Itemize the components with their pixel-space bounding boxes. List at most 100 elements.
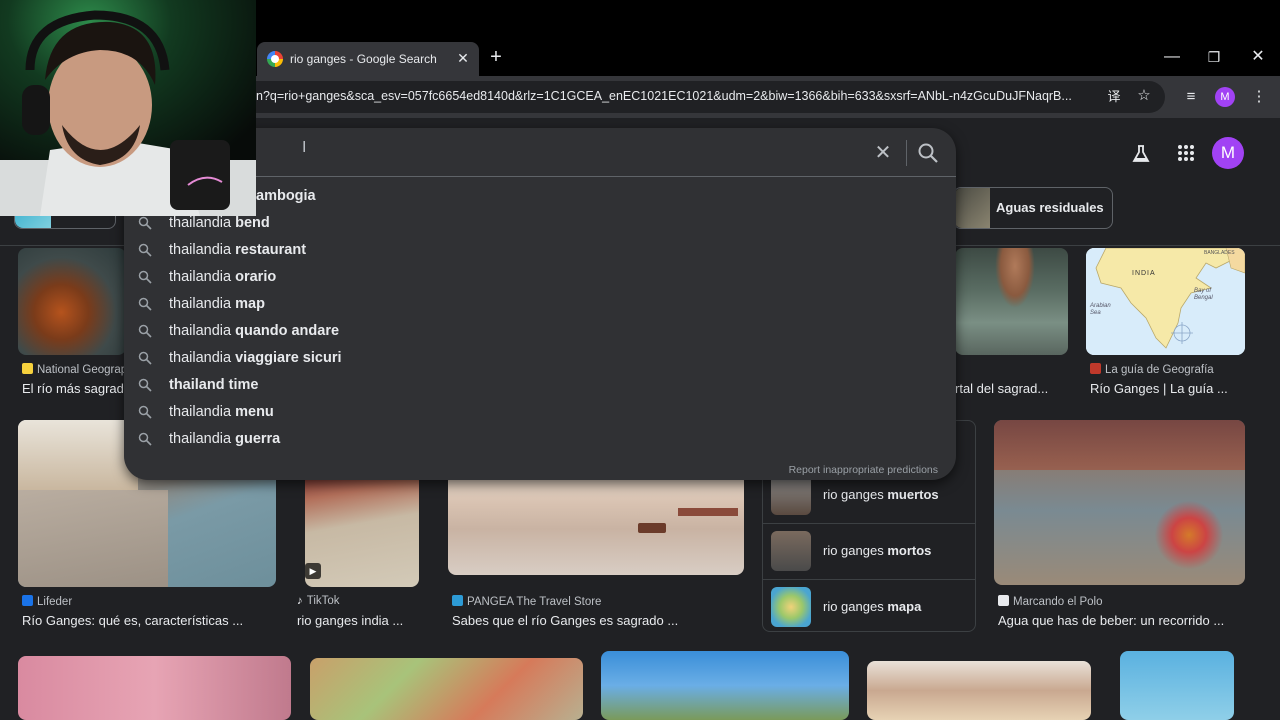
suggestion-text: thailandia bend (169, 215, 270, 231)
filter-chip-aguas-residuales[interactable]: Aguas residuales (953, 187, 1113, 229)
suggestion-item[interactable]: thailandia viaggiare sicuri (124, 345, 956, 372)
new-tab-icon[interactable]: + (485, 46, 507, 68)
clear-search-icon[interactable]: ✕ (872, 142, 894, 164)
suggestion-search-icon (138, 432, 152, 446)
pangea-favicon-icon (452, 595, 463, 606)
suggestion-item[interactable]: thailandia menu (124, 399, 956, 426)
minimize-icon[interactable]: — (1159, 46, 1185, 68)
result-source[interactable]: ♪ TikTok (297, 595, 419, 607)
suggestion-item[interactable]: thailandia quando andare (124, 318, 956, 345)
related-thumbnail (771, 531, 811, 571)
result-source[interactable]: Marcando el Polo (998, 595, 1245, 608)
result-image-map[interactable]: INDIA Bay of Bengal Arabian Sea BANGLADE… (1086, 248, 1245, 355)
result-title[interactable]: Agua que has de beber: un recorrido ... (998, 613, 1245, 628)
result-title[interactable]: Río Ganges: qué es, características ... (22, 613, 276, 628)
report-predictions-link[interactable]: Report inappropriate predictions (789, 464, 938, 476)
chip-thumbnail (954, 188, 990, 228)
account-avatar[interactable]: M (1212, 137, 1244, 169)
result-image[interactable] (1120, 651, 1234, 720)
related-label: rio ganges mapa (823, 599, 922, 614)
suggestion-search-icon (138, 405, 152, 419)
source-label: National Geograp (37, 364, 126, 376)
source-label: La guía de Geografía (1105, 364, 1214, 376)
result-source[interactable]: La guía de Geografía (1090, 363, 1245, 376)
source-label: PANGEA The Travel Store (467, 596, 602, 608)
apps-grid-icon[interactable] (1177, 144, 1195, 162)
window-close-icon[interactable]: ✕ (1245, 46, 1271, 68)
result-title[interactable]: rtal del sagrad... (955, 381, 1068, 396)
source-label: Lifeder (37, 596, 73, 608)
boat (638, 523, 666, 533)
url-text: n?q=rio+ganges&sca_esv=057fc6654ed8140d&… (256, 89, 1072, 103)
result-title[interactable]: rio ganges india ... (297, 613, 419, 628)
suggestion-search-icon (138, 216, 152, 230)
ghat-steps (18, 490, 168, 587)
result-image[interactable] (18, 248, 126, 355)
suggestion-search-icon (138, 270, 152, 284)
suggestion-text: ambogia (256, 188, 316, 204)
result-image[interactable] (18, 656, 291, 720)
suggestion-item[interactable]: thailandia restaurant (124, 237, 956, 264)
result-image[interactable] (310, 658, 583, 720)
suggestion-item[interactable]: thailandia guerra (124, 426, 956, 453)
tab-active[interactable]: rio ganges - Google Search ✕ (257, 42, 479, 76)
bookmark-star-icon[interactable]: ☆ (1134, 86, 1154, 106)
profile-avatar[interactable]: M (1215, 87, 1235, 107)
map-label: Bay of Bengal (1194, 288, 1213, 301)
result-source[interactable]: PANGEA The Travel Store (452, 595, 744, 608)
suggestion-item[interactable]: thailandia orario (124, 264, 956, 291)
address-bar[interactable]: n?q=rio+ganges&sca_esv=057fc6654ed8140d&… (240, 81, 1165, 113)
tab-close-icon[interactable]: ✕ (455, 49, 471, 67)
chip-label: Aguas residuales (996, 200, 1104, 215)
related-thumbnail (771, 475, 811, 515)
people-group (1144, 500, 1234, 570)
translate-icon[interactable]: 译 (1104, 87, 1124, 107)
marcando-favicon-icon (998, 595, 1009, 606)
suggestion-item[interactable]: thailand time (124, 372, 956, 399)
result-video[interactable]: ▶ (305, 473, 419, 587)
result-title[interactable]: Río Ganges | La guía ... (1090, 381, 1245, 396)
related-label: rio ganges mortos (823, 543, 932, 558)
labs-flask-icon[interactable] (1131, 144, 1151, 164)
boats-row (994, 420, 1245, 470)
result-title[interactable]: Sabes que el río Ganges es sagrado ... (452, 613, 744, 628)
suggestion-search-icon (138, 351, 152, 365)
result-image[interactable] (448, 473, 744, 575)
result-source[interactable]: Lifeder (22, 595, 272, 608)
tiktok-icon: ♪ (297, 595, 303, 607)
webcam-overlay (0, 0, 256, 216)
source-label: Marcando el Polo (1013, 596, 1103, 608)
streamer-video (0, 0, 256, 216)
map-label: INDIA (1132, 270, 1156, 277)
boats-distant (678, 508, 738, 516)
related-label: rio ganges muertos (823, 487, 939, 502)
text-cursor-icon: I (302, 139, 307, 156)
result-image[interactable] (955, 248, 1068, 355)
suggestion-item[interactable]: thailandia map (124, 291, 956, 318)
result-image[interactable] (867, 661, 1091, 720)
search-icon[interactable] (916, 141, 940, 165)
media-controls-icon[interactable]: ≡ (1181, 87, 1201, 107)
suggestion-text: thailandia orario (169, 269, 277, 285)
suggestion-text: thailandia guerra (169, 431, 281, 447)
restore-icon[interactable]: ❐ (1201, 46, 1227, 68)
suggestion-text: thailandia menu (169, 404, 274, 420)
result-title[interactable]: El río más sagrad (22, 381, 126, 396)
related-search-item[interactable]: rio ganges mapa (763, 579, 975, 635)
suggestion-search-icon (138, 243, 152, 257)
suggestion-text: thailandia quando andare (169, 323, 340, 339)
result-image[interactable] (601, 651, 849, 720)
source-label: TikTok (306, 595, 340, 607)
chrome-menu-icon[interactable]: ⋮ (1249, 87, 1269, 107)
lifeder-favicon-icon (22, 595, 33, 606)
result-image[interactable] (994, 420, 1245, 585)
suggestion-search-icon (138, 297, 152, 311)
ghat-buildings (18, 420, 138, 490)
suggestion-text: thailand time (169, 377, 259, 393)
result-source[interactable]: National Geograp (22, 363, 126, 376)
suggestion-text: thailandia restaurant (169, 242, 307, 258)
natgeo-favicon-icon (22, 363, 33, 374)
search-input[interactable] (274, 140, 874, 168)
related-search-item[interactable]: rio ganges mortos (763, 523, 975, 579)
related-thumbnail (771, 587, 811, 627)
